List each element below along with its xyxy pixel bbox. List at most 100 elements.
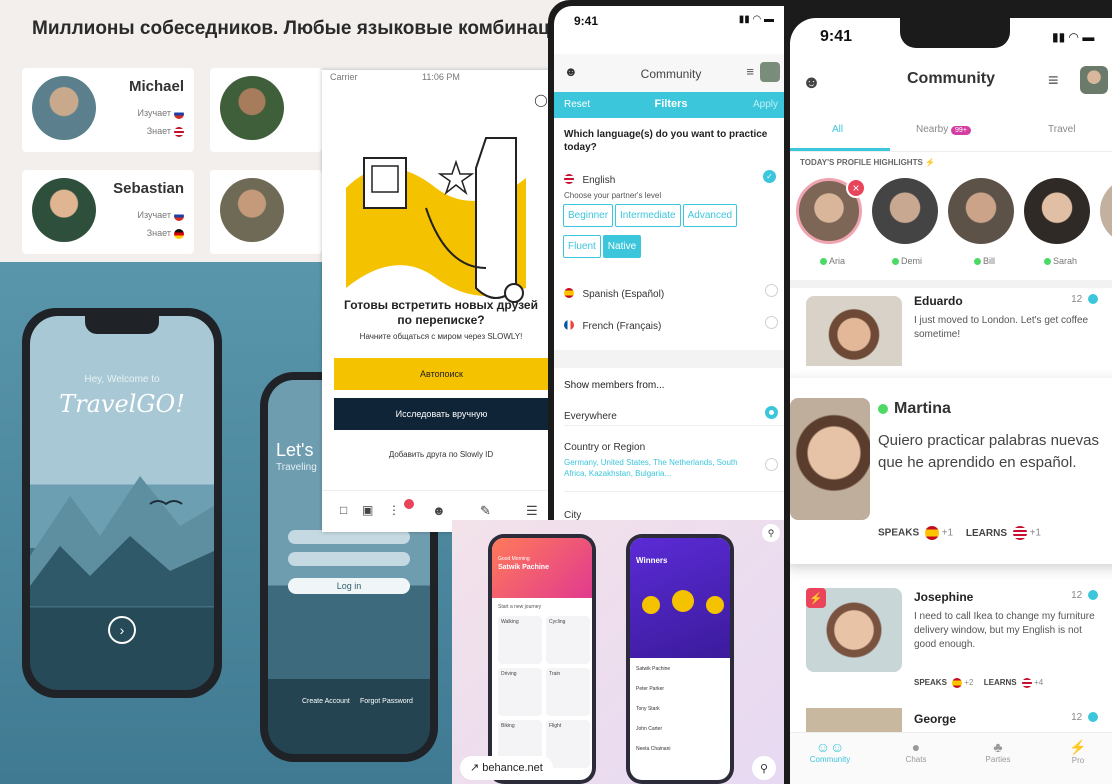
user-card[interactable] [210,170,322,254]
filter-icon[interactable]: ≡ [746,64,754,79]
count-text: 12 [1071,590,1083,601]
tile[interactable]: Walking [498,616,542,664]
tab-all[interactable]: All [832,124,843,135]
post-author: Josephine [914,590,974,604]
pencil-icon[interactable]: ✎ [480,503,491,519]
language-english-row[interactable]: English ✓ Choose your partner's level [564,170,788,200]
user-name: Sebastian [113,180,184,197]
visual-search-icon[interactable]: ⚲ [752,756,776,780]
nav-parties[interactable]: ♣ Parties [968,739,1028,764]
post-item[interactable]: ⚡ Josephine 12 I need to call Ikea to ch… [790,574,1112,694]
city-label: City [564,510,582,520]
post-text: I just moved to London. Let's get coffee… [914,315,1089,340]
slowly-subtext: Начните общаться с миром через SLOWLY! [359,332,523,341]
menu-icon[interactable]: ☰ [526,503,538,519]
tab-travel[interactable]: Travel [1048,124,1075,135]
radio-button[interactable] [765,458,778,471]
language-french-row[interactable]: French (Français) [564,316,788,336]
level-chip-advanced[interactable]: Advanced [682,204,738,227]
tile[interactable]: Cycling [546,616,590,664]
avatar[interactable] [1080,66,1108,94]
level-chip-intermediate[interactable]: Intermediate [615,204,681,227]
camera-icon[interactable]: ▣ [362,503,373,517]
country-region-row[interactable]: Country or Region Germany, United States… [564,442,788,492]
radio-button-selected[interactable] [765,406,778,419]
tab-nearby[interactable]: Nearby 99+ [916,124,971,135]
more-icon[interactable]: ⋮ [388,503,400,517]
email-input[interactable] [288,530,410,544]
auto-search-button[interactable]: Автопоиск [334,358,549,390]
password-input[interactable] [288,552,410,566]
level-chip-native[interactable]: Native [602,235,642,258]
online-dot [1044,258,1051,266]
nav-pro[interactable]: ⚡ Pro [1048,739,1108,765]
story-avatar[interactable] [948,178,1014,244]
divider [790,280,1112,288]
level-chip-fluent[interactable]: Fluent [563,235,601,258]
language-question: Which language(s) do you want to practic… [564,129,768,153]
avatar [806,708,902,732]
people-icon: ☺☺ [815,739,845,755]
add-user-icon[interactable]: ☻ [432,503,446,518]
lightbulb-icon[interactable]: ◯ [534,92,548,108]
level-chip-beginner[interactable]: Beginner [563,204,614,227]
bookmark-icon[interactable]: □ [340,503,347,517]
nav-chats[interactable]: ● Chats [886,739,946,764]
avatar [220,76,284,140]
story-avatar[interactable] [1024,178,1090,244]
leaderboard-row[interactable]: Peter Parker [636,686,664,692]
usa-flag-icon [1012,526,1027,540]
next-arrow-button[interactable]: › [108,616,136,644]
nav-label: Parties [985,755,1011,764]
russia-flag-icon [174,210,184,221]
post-item[interactable]: George 12 [790,708,1112,732]
filter-icon[interactable]: ≡ [1048,70,1059,91]
user-card[interactable]: Michael Изучает Знает [22,68,194,152]
status-time: 11:06 PM [422,72,460,82]
manual-explore-button[interactable]: Исследовать вручную [334,398,549,430]
expand-icon[interactable]: ⚲ [762,524,780,542]
avatar[interactable] [760,62,780,82]
knows-row: Знает [147,126,184,137]
nav-community[interactable]: ☺☺ Community [800,739,860,764]
add-friend-link[interactable]: Добавить друга по Slowly ID [322,450,560,459]
login-button[interactable]: Log in [288,578,410,594]
chat-bubble-icon [1088,294,1098,305]
radio-button[interactable] [765,284,778,297]
story-name: Sarah [1044,256,1077,266]
learns-label: LEARNS [983,678,1017,688]
lets-text: Let's [276,440,314,460]
leaderboard-row[interactable]: Satwik Pachine [636,666,670,672]
post-item-featured[interactable]: Martina 1 Quiero practicar palabras nuev… [790,378,1112,564]
tile[interactable]: Flight [546,720,590,768]
language-spanish-row[interactable]: Spanish (Español) [564,284,788,304]
avatar [32,76,96,140]
mountains-illustration [30,476,214,606]
story-avatar[interactable] [872,178,938,244]
close-icon[interactable]: × [846,178,866,198]
create-account-link[interactable]: Create Account [302,698,350,705]
travelgo-phone-welcome: Hey, Welcome to TravelGO! › [22,308,222,698]
learns-row: Изучает [137,210,184,221]
everywhere-row[interactable]: Everywhere [564,406,788,426]
country-region-label: Country or Region [564,442,646,453]
forgot-password-link[interactable]: Forgot Password [360,698,413,705]
leaderboard-row[interactable]: Neeta Chainani [636,746,670,752]
leaderboard-row[interactable]: Tony Stark [636,706,660,712]
user-card[interactable] [210,68,322,152]
post-count: 12 [1071,712,1098,723]
post-item[interactable]: Eduardo 12 I just moved to London. Let's… [790,292,1112,366]
lightning-icon: ⚡ [1069,739,1087,755]
story-avatar[interactable] [1100,178,1112,244]
radio-button[interactable] [765,316,778,329]
tile[interactable]: Driving [498,668,542,716]
leaderboard-row[interactable]: John Carter [636,726,662,732]
tab-indicator [790,148,890,151]
nav-label: Community [809,755,851,764]
apply-button[interactable]: Apply [753,99,778,110]
user-card[interactable]: Sebastian Изучает Знает [22,170,194,254]
tile[interactable]: Train [546,668,590,716]
phone-screen: Winners Satwik Pachine Peter Parker Tony… [630,538,730,780]
source-badge[interactable]: ↗ behance.net [460,756,553,780]
start-journey-label: Start a new journey [498,604,542,610]
